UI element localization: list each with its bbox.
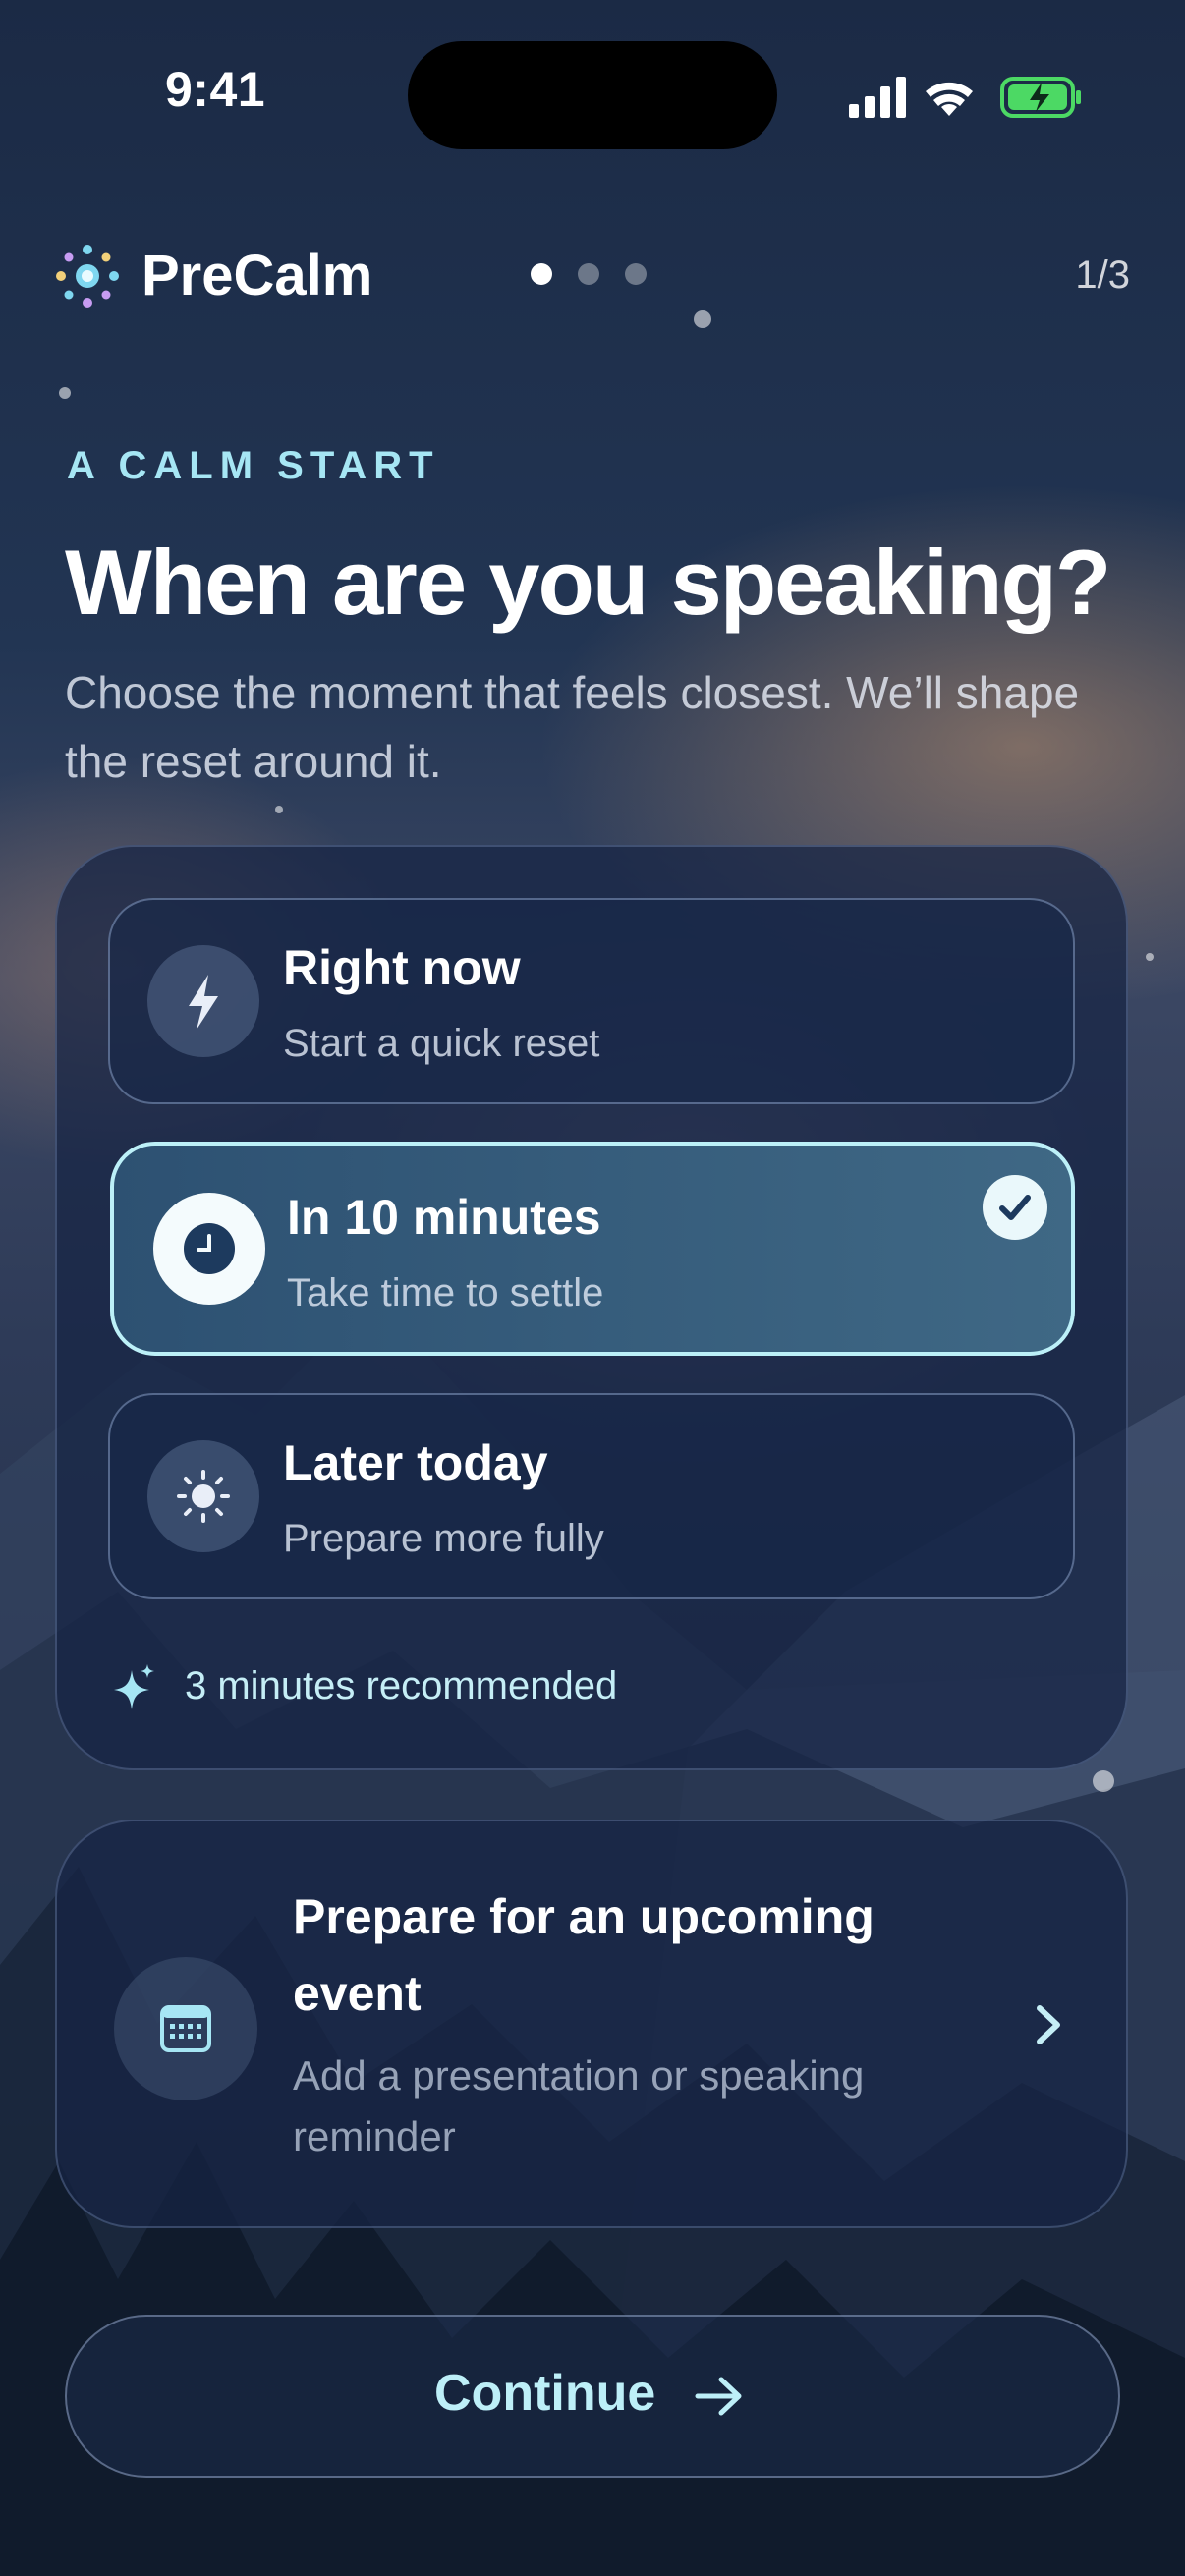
option-title: Right now — [283, 940, 521, 995]
status-icons — [849, 77, 1081, 118]
progress-dot-1 — [531, 263, 552, 285]
option-title: Later today — [283, 1435, 548, 1490]
chevron-right-icon — [1037, 2005, 1060, 2044]
star — [275, 806, 283, 813]
option-right-now[interactable]: Right now Start a quick reset — [108, 898, 1075, 1104]
continue-button-label: Continue — [434, 2365, 656, 2422]
option-in-10-minutes[interactable]: In 10 minutes Take time to settle — [110, 1142, 1075, 1356]
eyebrow-label: A CALM START — [67, 444, 440, 487]
sun-icon — [147, 1440, 259, 1552]
option-subtitle: Prepare more fully — [283, 1517, 604, 1560]
progress-dot-3 — [625, 263, 647, 285]
lightning-icon — [147, 945, 259, 1057]
wifi-icon — [926, 82, 973, 116]
arrow-right-icon — [695, 2377, 742, 2416]
option-later-today[interactable]: Later today Prepare more fully — [108, 1393, 1075, 1599]
calendar-icon — [114, 1957, 257, 2100]
status-time: 9:41 — [165, 62, 266, 117]
option-subtitle: Start a quick reset — [283, 1022, 600, 1065]
clock-icon — [153, 1193, 265, 1305]
star — [1146, 953, 1154, 961]
signal-icon — [849, 77, 906, 118]
page-subtitle: Choose the moment that feels closest. We… — [65, 667, 1080, 787]
event-card-subtitle: Add a presentation or speaking reminder — [293, 2052, 865, 2159]
star — [1093, 1770, 1114, 1792]
progress-dot-2 — [578, 263, 599, 285]
sparkle-icon — [114, 1664, 154, 1709]
precalm-logo-icon — [56, 245, 119, 308]
option-subtitle: Take time to settle — [287, 1271, 604, 1315]
dynamic-island — [408, 41, 777, 149]
star — [59, 387, 71, 399]
recommendation-text: 3 minutes recommended — [185, 1664, 618, 1708]
progress-dots — [531, 263, 672, 290]
checkmark-icon — [983, 1175, 1047, 1240]
star — [694, 310, 711, 328]
page-title: When are you speaking? — [65, 531, 1111, 634]
battery-icon — [1000, 77, 1081, 118]
option-title: In 10 minutes — [287, 1190, 601, 1245]
brand-name: PreCalm — [141, 244, 373, 308]
event-card-title: Prepare for an upcoming event — [293, 1889, 875, 2021]
step-indicator: 1/3 — [1075, 253, 1130, 297]
